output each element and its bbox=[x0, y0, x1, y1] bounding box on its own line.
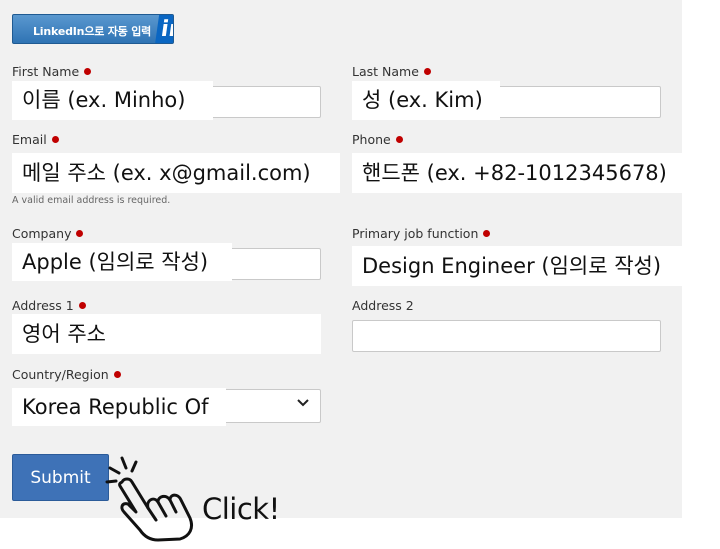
address2-label: Address 2 bbox=[352, 298, 414, 313]
pointing-hand-icon bbox=[105, 456, 194, 542]
country-label-text: Country/Region bbox=[12, 367, 109, 382]
job-function-label: Primary job function bbox=[352, 226, 491, 241]
first-name-label: First Name bbox=[12, 64, 92, 79]
job-function-value: Design Engineer (임의로 작성) bbox=[352, 246, 682, 286]
job-function-label-text: Primary job function bbox=[352, 226, 479, 241]
address1-value: 영어 주소 bbox=[12, 314, 321, 354]
linkedin-autofill-button[interactable]: LinkedIn으로 자동 입력 in bbox=[12, 14, 174, 44]
required-indicator bbox=[78, 302, 86, 309]
company-label-text: Company bbox=[12, 226, 72, 241]
email-label: Email bbox=[12, 132, 59, 147]
required-indicator bbox=[395, 136, 403, 143]
last-name-label: Last Name bbox=[352, 64, 431, 79]
required-indicator bbox=[76, 230, 84, 237]
last-name-label-text: Last Name bbox=[352, 64, 419, 79]
linkedin-icon: in bbox=[154, 15, 173, 43]
required-indicator bbox=[483, 230, 491, 237]
linkedin-autofill-label: LinkedIn으로 자동 입력 bbox=[33, 25, 152, 38]
submit-button[interactable]: Submit bbox=[12, 454, 109, 501]
first-name-label-text: First Name bbox=[12, 64, 80, 79]
country-value: Korea Republic Of bbox=[12, 388, 226, 426]
email-value: 메일 주소 (ex. x@gmail.com) bbox=[12, 153, 340, 193]
required-indicator bbox=[84, 68, 92, 75]
required-indicator bbox=[113, 371, 121, 378]
click-annotation: Click! bbox=[202, 492, 280, 526]
chevron-down-icon bbox=[297, 399, 309, 407]
last-name-value: 성 (ex. Kim) bbox=[352, 81, 500, 120]
email-hint: A valid email address is required. bbox=[12, 195, 171, 206]
address1-label-text: Address 1 bbox=[12, 298, 74, 313]
phone-label: Phone bbox=[352, 132, 403, 147]
address2-field[interactable] bbox=[352, 320, 661, 352]
company-label: Company bbox=[12, 226, 84, 241]
country-label: Country/Region bbox=[12, 367, 121, 382]
first-name-value: 이름 (ex. Minho) bbox=[12, 81, 213, 120]
phone-value: 핸드폰 (ex. +82-1012345678) bbox=[352, 153, 682, 193]
company-value: Apple (임의로 작성) bbox=[12, 243, 232, 281]
email-label-text: Email bbox=[12, 132, 47, 147]
required-indicator bbox=[423, 68, 431, 75]
phone-label-text: Phone bbox=[352, 132, 391, 147]
required-indicator bbox=[51, 136, 59, 143]
address1-label: Address 1 bbox=[12, 298, 86, 313]
